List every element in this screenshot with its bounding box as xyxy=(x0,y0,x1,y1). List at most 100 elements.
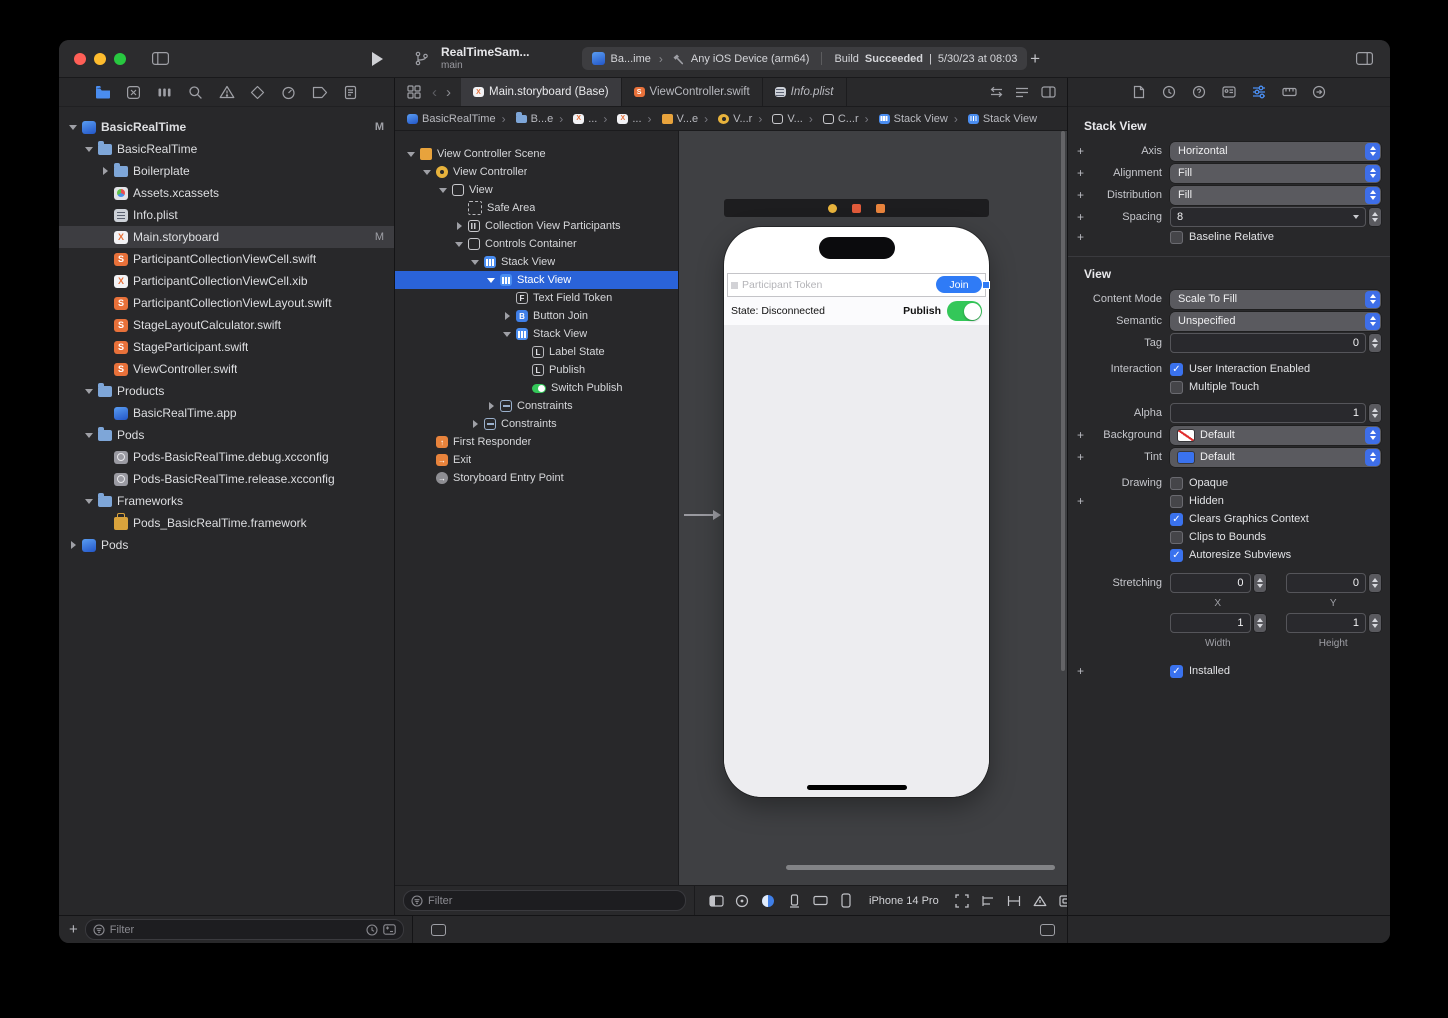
outline-row[interactable]: Text Field Token xyxy=(395,289,678,307)
align-icon[interactable] xyxy=(977,891,999,911)
disclosure-icon[interactable] xyxy=(421,472,434,485)
disclosure-icon[interactable] xyxy=(99,209,112,222)
device-icon[interactable] xyxy=(835,891,857,911)
add-spacing-variation-button[interactable] xyxy=(1075,211,1086,223)
add-distribution-variation-button[interactable] xyxy=(1075,189,1086,201)
scheme-block[interactable]: RealTimeSam... main xyxy=(441,46,530,70)
breadcrumb-item[interactable]: B...e xyxy=(496,112,554,126)
disclosure-icon[interactable] xyxy=(99,451,112,464)
clears-graphics-checkbox[interactable] xyxy=(1170,513,1183,526)
disclosure-icon[interactable] xyxy=(437,184,450,197)
add-file-button[interactable]: + xyxy=(69,922,78,937)
axis-popup[interactable]: Horizontal xyxy=(1170,142,1381,161)
file-row[interactable]: BasicRealTime.app xyxy=(59,402,394,424)
stretch-width-stepper[interactable] xyxy=(1254,614,1266,632)
state-row[interactable]: State: Disconnected Publish xyxy=(724,297,989,325)
opaque-checkbox[interactable] xyxy=(1170,477,1183,490)
first-responder-dock-icon[interactable] xyxy=(852,204,861,213)
file-row[interactable]: Pods xyxy=(59,424,394,446)
add-baseline-variation-button[interactable] xyxy=(1075,231,1086,243)
file-row[interactable]: Pods-BasicRealTime.release.xcconfig xyxy=(59,468,394,490)
disclosure-icon[interactable] xyxy=(517,382,530,395)
outline-row[interactable]: View Controller xyxy=(395,163,678,181)
tag-field[interactable]: 0 xyxy=(1170,333,1366,353)
distribution-popup[interactable]: Fill xyxy=(1170,186,1381,205)
add-tint-variation-button[interactable] xyxy=(1075,451,1086,463)
rotate-device-icon[interactable] xyxy=(783,891,805,911)
breadcrumb-item[interactable]: V... xyxy=(752,112,803,126)
hide-debug-area-icon[interactable] xyxy=(1040,924,1055,936)
editor-tab[interactable]: ViewController.swift xyxy=(622,78,763,106)
find-navigator-icon[interactable] xyxy=(187,83,205,101)
stretch-width-field[interactable]: 1 xyxy=(1170,613,1251,633)
hide-document-outline-icon[interactable] xyxy=(431,924,446,936)
recent-files-filter-icon[interactable] xyxy=(366,924,378,936)
breadcrumb-item[interactable]: ... xyxy=(553,112,597,126)
breadcrumb-item[interactable]: ... xyxy=(597,112,641,126)
alignment-popup[interactable]: Fill xyxy=(1170,164,1381,183)
spacing-field[interactable]: 8 xyxy=(1170,207,1366,227)
disclosure-icon[interactable] xyxy=(83,429,96,442)
file-row[interactable]: Main.storyboard M xyxy=(59,226,394,248)
disclosure-icon[interactable] xyxy=(67,121,80,134)
disclosure-icon[interactable] xyxy=(501,328,514,341)
toggle-inspector-icon[interactable] xyxy=(1352,49,1376,69)
disclosure-icon[interactable] xyxy=(99,187,112,200)
selection-handle[interactable] xyxy=(982,281,990,289)
outline-row[interactable]: Publish xyxy=(395,361,678,379)
outline-row[interactable]: Exit xyxy=(395,451,678,469)
disclosure-icon[interactable] xyxy=(469,418,482,431)
navigator-filter-input[interactable]: Filter xyxy=(85,919,404,940)
code-review-icon[interactable] xyxy=(987,83,1005,101)
disclosure-icon[interactable] xyxy=(99,341,112,354)
file-row[interactable]: BasicRealTime xyxy=(59,138,394,160)
disclosure-icon[interactable] xyxy=(99,165,112,178)
add-installed-variation-button[interactable] xyxy=(1075,665,1086,677)
outline-row[interactable]: Constraints xyxy=(395,397,678,415)
disclosure-icon[interactable] xyxy=(83,143,96,156)
file-row[interactable]: ParticipantCollectionViewCell.xib xyxy=(59,270,394,292)
debug-navigator-icon[interactable] xyxy=(280,83,298,101)
resolve-layout-issues-icon[interactable] xyxy=(1029,891,1051,911)
add-axis-variation-button[interactable] xyxy=(1075,145,1086,157)
baseline-relative-checkbox[interactable] xyxy=(1170,231,1183,244)
disclosure-icon[interactable] xyxy=(99,297,112,310)
file-row[interactable]: Frameworks xyxy=(59,490,394,512)
history-inspector-icon[interactable] xyxy=(1160,83,1178,101)
close-window-button[interactable] xyxy=(74,53,86,65)
outline-row[interactable]: Storyboard Entry Point xyxy=(395,469,678,487)
adjust-editor-icon[interactable] xyxy=(1013,83,1031,101)
stretch-x-field[interactable]: 0 xyxy=(1170,573,1251,593)
disclosure-icon[interactable] xyxy=(83,385,96,398)
editor-tab[interactable]: Main.storyboard (Base) xyxy=(461,78,622,106)
disclosure-icon[interactable] xyxy=(421,166,434,179)
file-row[interactable]: Pods_BasicRealTime.framework xyxy=(59,512,394,534)
alpha-stepper[interactable] xyxy=(1369,404,1381,422)
stretch-x-stepper[interactable] xyxy=(1254,574,1266,592)
disclosure-icon[interactable] xyxy=(67,539,80,552)
breadcrumb-item[interactable]: V...e xyxy=(642,112,699,126)
size-inspector-icon[interactable] xyxy=(1280,83,1298,101)
exit-dock-icon[interactable] xyxy=(876,204,885,213)
disclosure-icon[interactable] xyxy=(83,495,96,508)
storyboard-canvas[interactable]: Participant Token Join State: Disconnect… xyxy=(679,131,1067,885)
add-alignment-variation-button[interactable] xyxy=(1075,167,1086,179)
add-background-variation-button[interactable] xyxy=(1075,429,1086,441)
attributes-inspector-icon[interactable] xyxy=(1250,83,1268,101)
file-row[interactable]: Assets.xcassets xyxy=(59,182,394,204)
semantic-popup[interactable]: Unspecified xyxy=(1170,312,1381,331)
tint-popup[interactable]: Default xyxy=(1170,448,1381,467)
canvas-vertical-scrollbar[interactable] xyxy=(1061,131,1065,671)
outline-row[interactable]: Stack View xyxy=(395,253,678,271)
tab-overview-icon[interactable] xyxy=(405,83,423,101)
tests-navigator-icon[interactable] xyxy=(249,83,267,101)
update-frames-icon[interactable] xyxy=(951,891,973,911)
stretch-y-field[interactable]: 0 xyxy=(1286,573,1367,593)
user-interaction-checkbox[interactable] xyxy=(1170,363,1183,376)
breadcrumb-item[interactable]: Stack View xyxy=(948,112,1037,126)
outline-filter-input[interactable]: Filter xyxy=(403,890,686,911)
autoresize-checkbox[interactable] xyxy=(1170,549,1183,562)
identity-inspector-icon[interactable] xyxy=(1220,83,1238,101)
source-control-navigator-icon[interactable] xyxy=(125,83,143,101)
disclosure-icon[interactable] xyxy=(99,517,112,530)
